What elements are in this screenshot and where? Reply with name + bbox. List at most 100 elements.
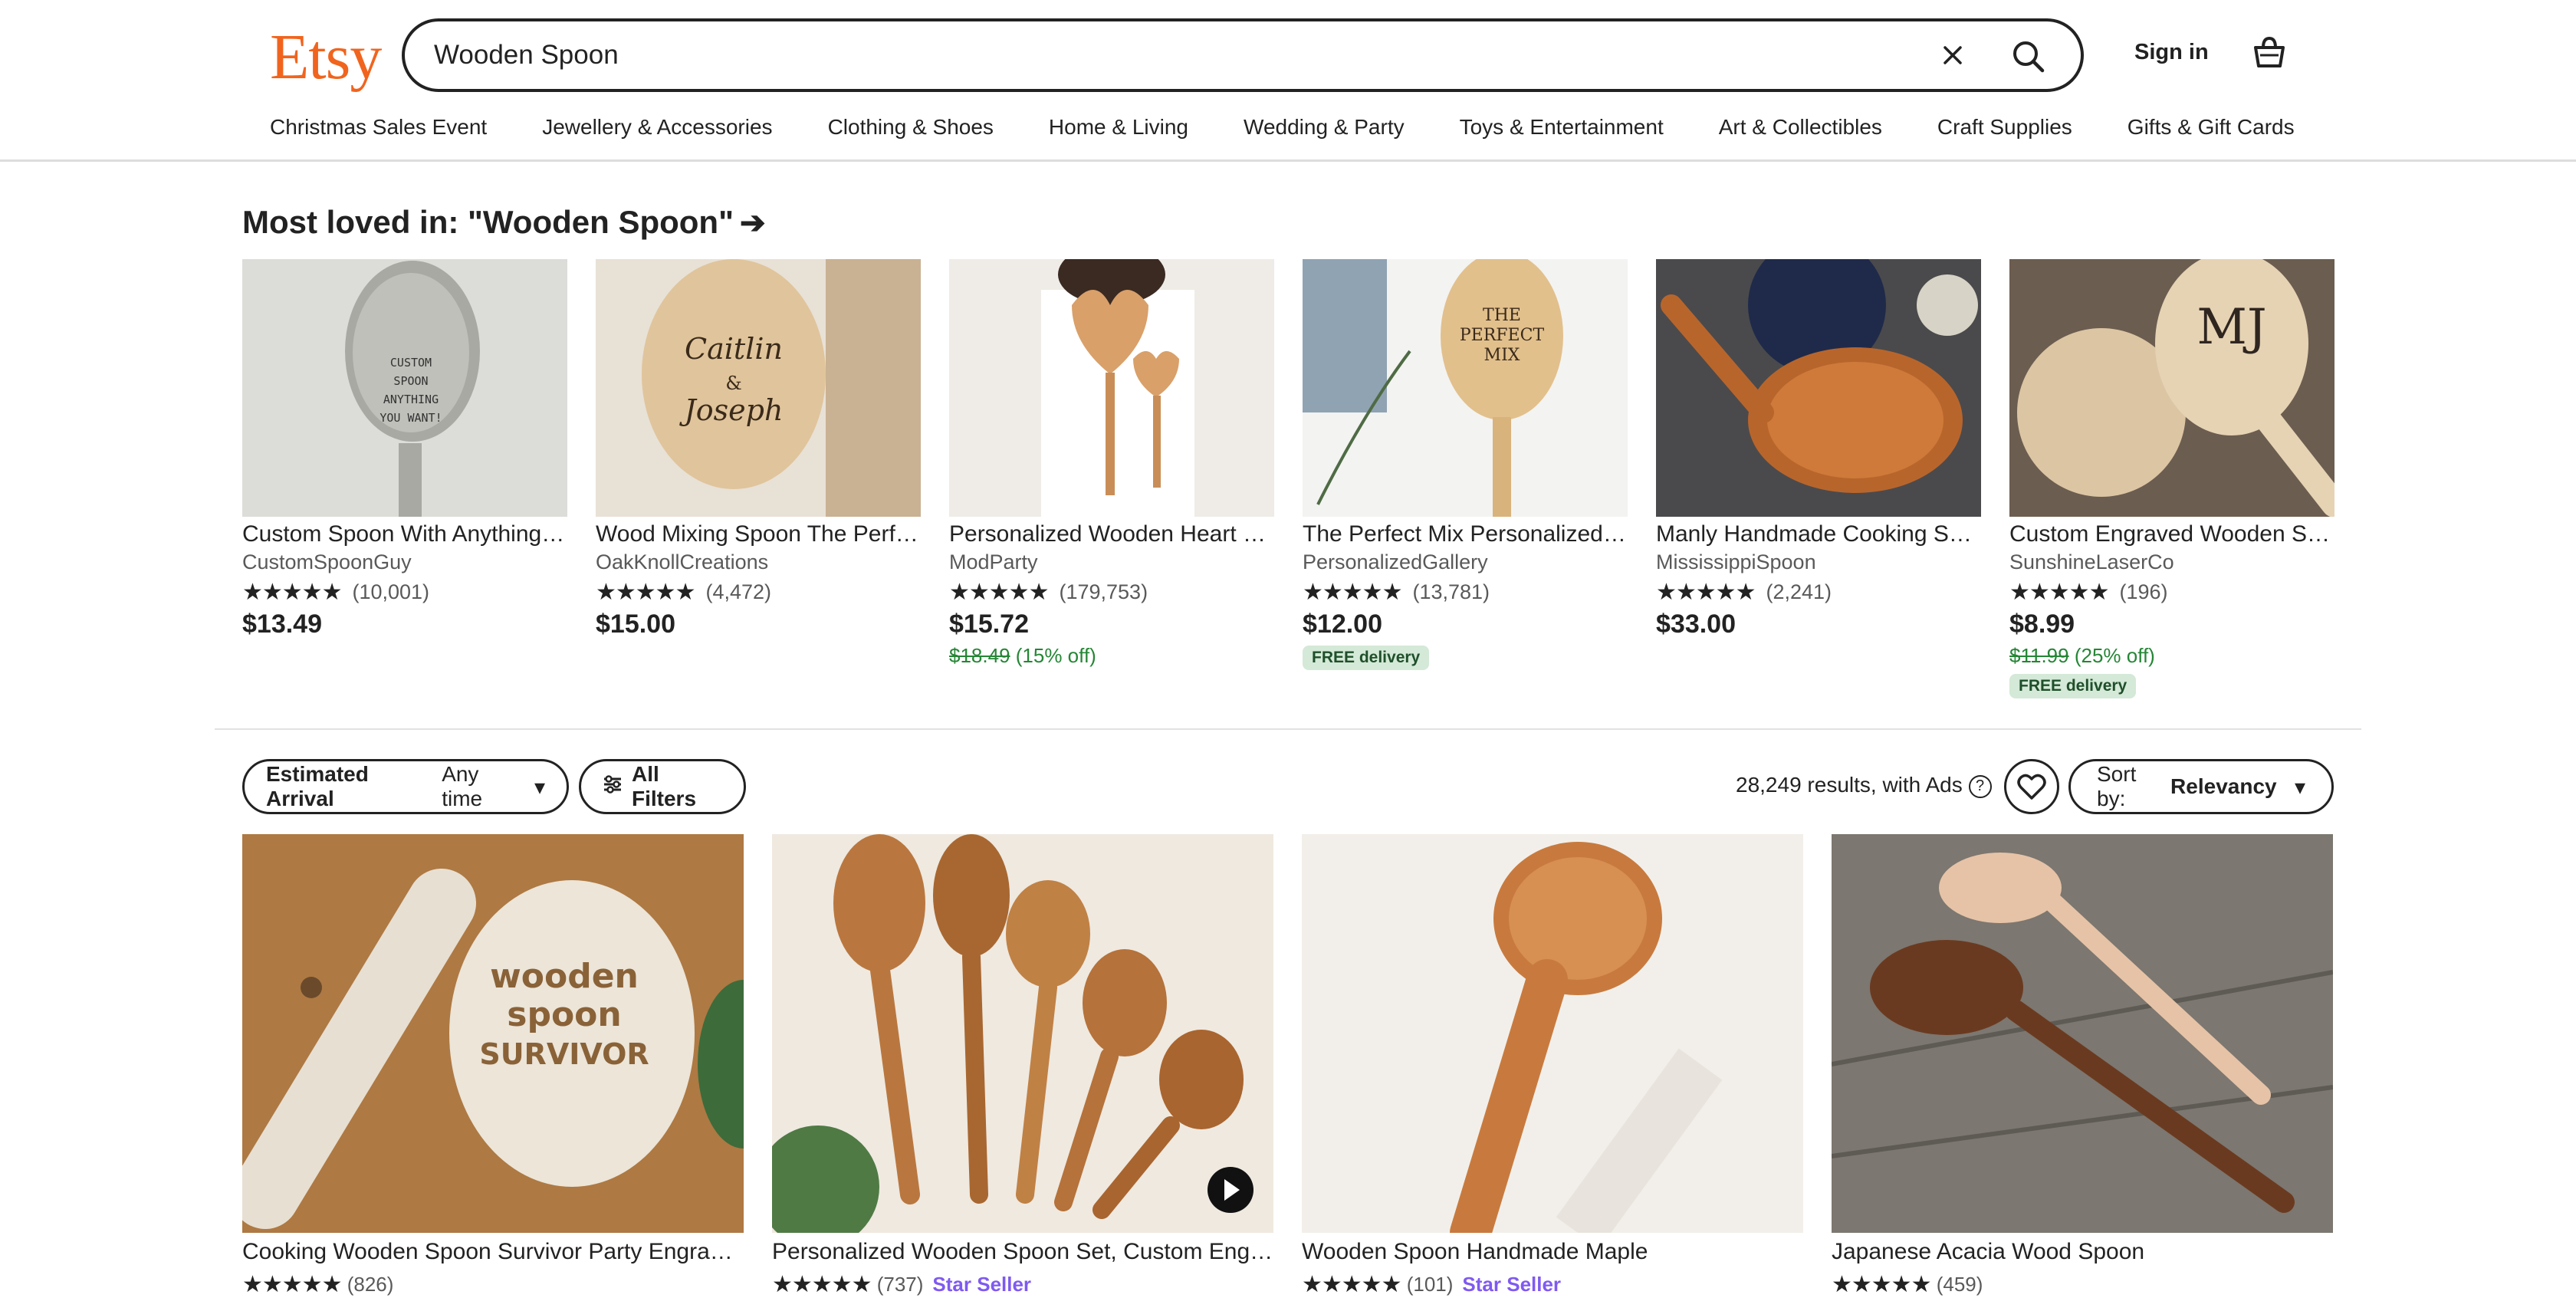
results-count: 28,249 results, [1736,773,1877,797]
listing-card[interactable]: Manly Handmade Cooking Spoon Mississippi… [1656,259,1981,639]
rating: ★★★★★ (4,472) [596,579,921,605]
rating: ★★★★★ (459) [1832,1271,2333,1298]
price: $8.99 [2009,610,2075,639]
original-price: $18.49 [949,644,1010,667]
nav-clothing[interactable]: Clothing & Shoes [828,115,994,146]
listing-image[interactable] [1656,259,1981,517]
listing-image[interactable]: MJ [2009,259,2334,517]
listing-card[interactable]: Personalized Wooden Spoon Set, Custom En… [772,834,1273,1298]
estimated-arrival-filter[interactable]: Estimated Arrival Any time ▾ [242,759,569,814]
review-count: (179,753) [1059,580,1148,603]
star-seller-badge: Star Seller [1462,1273,1562,1296]
help-icon[interactable]: ? [1968,774,1992,798]
sale-info: $18.49 (15% off) [949,644,1274,668]
nav-gifts[interactable]: Gifts & Gift Cards [2128,115,2295,146]
review-count: (459) [1936,1273,1983,1296]
listing-card[interactable]: Japanese Acacia Wood Spoon ★★★★★ (459) [1832,834,2333,1298]
with-ads-label[interactable]: with Ads [1882,773,1962,797]
sign-in-link[interactable]: Sign in [2134,40,2209,65]
listing-card[interactable]: CUSTOM SPOON ANYTHING YOU WANT! Custom S… [242,259,567,639]
listing-title[interactable]: Custom Engraved Wooden Stirring Spoon [2009,521,2334,547]
star-rating-icon: ★★★★★ [1656,579,1756,605]
listing-title[interactable]: Manly Handmade Cooking Spoon [1656,521,1981,547]
all-filters-button[interactable]: All Filters [579,759,746,814]
listing-title[interactable]: Cooking Wooden Spoon Survivor Party Engr… [242,1239,744,1265]
svg-text:SPOON: SPOON [393,374,428,388]
sort-dropdown[interactable]: Sort by: Relevancy ▾ [2068,759,2334,814]
review-count: (13,781) [1412,580,1490,603]
nav-art[interactable]: Art & Collectibles [1719,115,1882,146]
nav-toys[interactable]: Toys & Entertainment [1460,115,1664,146]
listing-title[interactable]: Wood Mixing Spoon The Perfect Mix [596,521,921,547]
most-loved-heading[interactable]: Most loved in: "Wooden Spoon" ➔ [242,204,766,241]
nav-home-living[interactable]: Home & Living [1049,115,1188,146]
listing-card[interactable]: Personalized Wooden Heart Spoon Set ModP… [949,259,1274,668]
listing-card[interactable]: THE PERFECT MIX The Perfect Mix Personal… [1303,259,1628,670]
etsy-logo[interactable]: Etsy [270,20,382,94]
listing-card[interactable]: Caitlin & Joseph Wood Mixing Spoon The P… [596,259,921,639]
listing-image[interactable] [1832,834,2333,1233]
star-rating-icon: ★★★★★ [949,579,1049,605]
rating: ★★★★★ (2,241) [1656,579,1981,605]
filters-icon [601,773,624,801]
nav-craft-supplies[interactable]: Craft Supplies [1937,115,2072,146]
clear-search-icon[interactable] [1936,38,1970,72]
star-rating-icon: ★★★★★ [242,579,342,605]
rating: ★★★★★ (737) Star Seller [772,1271,1273,1298]
save-search-button[interactable] [2004,759,2059,814]
free-delivery-badge: FREE delivery [1303,646,1430,670]
free-delivery-badge: FREE delivery [2009,674,2137,698]
rating: ★★★★★ (10,001) [242,579,567,605]
price: $33.00 [1656,610,1736,639]
listing-image[interactable]: wooden spoon SURVIVOR [242,834,744,1233]
star-rating-icon: ★★★★★ [1832,1272,1931,1297]
listing-image[interactable] [1302,834,1803,1233]
rating: ★★★★★ (101) Star Seller [1302,1271,1803,1298]
listing-card[interactable]: wooden spoon SURVIVOR Cooking Wooden Spo… [242,834,744,1298]
nav-jewellery[interactable]: Jewellery & Accessories [542,115,772,146]
review-count: (10,001) [352,580,430,603]
rating: ★★★★★ (196) [2009,579,2334,605]
search-input[interactable]: Wooden Spoon [434,40,619,71]
discount: (15% off) [1015,644,1096,667]
search-icon [2013,41,2045,73]
listing-card[interactable]: Wooden Spoon Handmade Maple ★★★★★ (101) S… [1302,834,1803,1298]
shop-name: MississippiSpoon [1656,550,1816,573]
star-rating-icon: ★★★★★ [596,579,695,605]
listing-title[interactable]: Personalized Wooden Spoon Set, Custom En… [772,1239,1273,1265]
review-count: (101) [1406,1273,1454,1296]
svg-text:Joseph: Joseph [679,393,784,427]
listing-image[interactable] [772,834,1273,1233]
listing-card[interactable]: MJ Custom Engraved Wooden Stirring Spoon… [2009,259,2334,698]
price: $15.00 [596,610,675,639]
cart-icon[interactable] [2248,31,2291,74]
rating: ★★★★★ (826) [242,1271,744,1298]
review-count: (2,241) [1766,580,1832,603]
star-rating-icon: ★★★★★ [1303,579,1402,605]
search-button[interactable] [2004,32,2053,81]
listing-title[interactable]: Personalized Wooden Heart Spoon Set [949,521,1274,547]
listing-image[interactable] [949,259,1274,517]
listing-title[interactable]: Custom Spoon With Anything You Want [242,521,567,547]
caret-down-icon: ▾ [534,774,545,799]
listing-image[interactable]: Caitlin & Joseph [596,259,921,517]
listing-image[interactable]: THE PERFECT MIX [1303,259,1628,517]
nav-wedding-party[interactable]: Wedding & Party [1244,115,1405,146]
price: $13.49 [242,610,322,639]
nav-christmas-sales[interactable]: Christmas Sales Event [270,115,487,146]
price: $12.00 [1303,610,1382,639]
results-info: 28,249 results, with Ads ? [1736,773,1992,798]
shop-name: SunshineLaserCo [2009,550,2174,573]
star-rating-icon: ★★★★★ [772,1272,872,1297]
star-rating-icon: ★★★★★ [242,1272,342,1297]
search-bar[interactable]: Wooden Spoon [402,18,2084,92]
listing-image[interactable]: CUSTOM SPOON ANYTHING YOU WANT! [242,259,567,517]
price: $15.72 [949,610,1029,639]
shop-name: ModParty [949,550,1038,573]
heart-icon [2017,774,2046,800]
listing-title[interactable]: The Perfect Mix Personalized Spoon [1303,521,1628,547]
svg-text:spoon: spoon [507,995,621,1034]
site-header: Etsy Wooden Spoon Sign in Christmas Sale… [0,0,2576,162]
listing-title[interactable]: Wooden Spoon Handmade Maple [1302,1239,1803,1265]
listing-title[interactable]: Japanese Acacia Wood Spoon [1832,1239,2333,1265]
